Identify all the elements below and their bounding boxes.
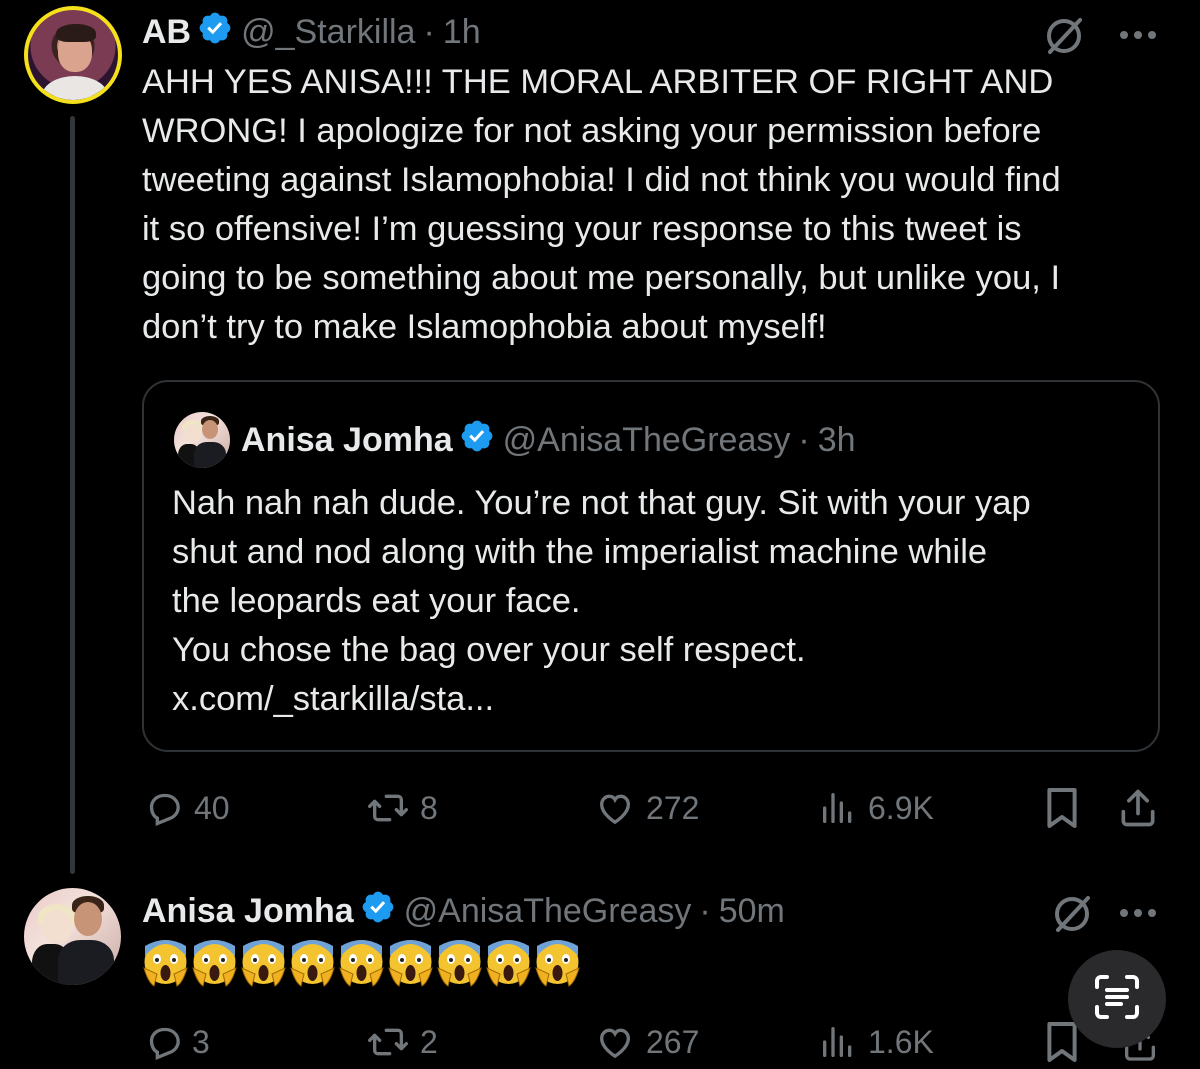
scream-emoji-icon: [289, 938, 336, 988]
repost-count: 2: [420, 1023, 438, 1060]
views-button[interactable]: 6.9K: [818, 788, 934, 828]
avatar-shirt: [42, 76, 108, 100]
views-count: 1.6K: [868, 1023, 934, 1060]
author-avatar[interactable]: [24, 6, 122, 104]
author-name[interactable]: AB: [142, 13, 191, 52]
reply-tweet-time[interactable]: 50m: [719, 892, 785, 931]
text-scan-button[interactable]: [1068, 950, 1166, 1048]
quoted-author-avatar: [174, 412, 230, 468]
grok-icon[interactable]: [1050, 892, 1094, 941]
like-button[interactable]: 267: [594, 1022, 699, 1062]
like-count: 267: [646, 1023, 700, 1060]
reply-tweet-text: 😱😱😱😱😱😱😱😱😱: [142, 938, 583, 988]
avatar-figure: [58, 940, 114, 985]
views-icon: [818, 1022, 858, 1062]
reply-author-handle[interactable]: @AnisaTheGreasy: [404, 892, 692, 931]
heart-icon: [594, 1022, 636, 1062]
heart-icon: [594, 788, 636, 828]
reply-count: 3: [192, 1023, 210, 1060]
avatar-figure: [42, 910, 72, 944]
reply-button[interactable]: 3: [144, 1022, 210, 1062]
scream-emoji-icon: [436, 938, 483, 988]
reply-author-name[interactable]: Anisa Jomha: [142, 892, 354, 931]
views-icon: [818, 788, 858, 828]
quoted-author-name: Anisa Jomha: [241, 420, 453, 459]
separator-dot: ·: [798, 420, 810, 459]
repost-icon: [366, 1022, 410, 1062]
grok-icon[interactable]: [1042, 14, 1086, 63]
scream-emoji-icon: [387, 938, 434, 988]
separator-dot: ·: [423, 12, 435, 51]
more-icon[interactable]: [1118, 906, 1158, 924]
avatar-hair: [56, 24, 96, 42]
repost-button[interactable]: 2: [366, 1022, 438, 1062]
thread-line: [70, 116, 75, 874]
reply-button[interactable]: 40: [144, 788, 230, 828]
scream-emoji-icon: [534, 938, 581, 988]
reply-tweet-header: Anisa Jomha @AnisaTheGreasy · 50m: [142, 891, 785, 931]
like-count: 272: [646, 789, 700, 826]
scream-emoji-icon: [485, 938, 532, 988]
more-icon[interactable]: [1118, 28, 1158, 46]
quoted-author-handle: @AnisaTheGreasy: [502, 420, 791, 459]
scream-emoji-icon: [240, 938, 287, 988]
share-icon[interactable]: [1116, 786, 1160, 835]
verified-badge-icon: [459, 418, 495, 463]
scream-emoji-icon: [142, 938, 189, 988]
bookmark-icon[interactable]: [1044, 1020, 1080, 1069]
separator-dot: ·: [699, 891, 711, 930]
quoted-tweet-header: Anisa Jomha @AnisaTheGreasy · 3h: [241, 420, 856, 460]
avatar-figure: [184, 424, 201, 443]
verified-badge-icon: [197, 10, 233, 55]
views-count: 6.9K: [868, 789, 934, 826]
quoted-tweet-time: 3h: [817, 420, 856, 459]
avatar-figure: [202, 420, 218, 439]
reply-author-avatar[interactable]: [24, 888, 121, 985]
like-button[interactable]: 272: [594, 788, 699, 828]
scream-emoji-icon: [338, 938, 385, 988]
avatar-figure: [74, 902, 102, 936]
tweet-time[interactable]: 1h: [443, 13, 481, 52]
text-scan-icon: [1091, 971, 1143, 1028]
avatar-figure: [194, 442, 226, 468]
scream-emoji-icon: [191, 938, 238, 988]
tweet-header: AB @_Starkilla · 1h: [142, 12, 481, 52]
repost-button[interactable]: 8: [366, 788, 438, 828]
reply-count: 40: [194, 789, 230, 826]
reply-icon: [144, 788, 184, 828]
verified-badge-icon: [360, 889, 396, 934]
reply-icon: [144, 1022, 184, 1062]
repost-count: 8: [420, 789, 438, 826]
quoted-tweet-text: Nah nah nah dude. You’re not that guy. S…: [172, 484, 1031, 718]
tweet-text: AHH YES ANISA!!! THE MORAL ARBITER OF RI…: [142, 63, 1061, 346]
repost-icon: [366, 788, 410, 828]
author-handle[interactable]: @_Starkilla: [241, 13, 415, 52]
bookmark-icon[interactable]: [1044, 786, 1080, 835]
views-button[interactable]: 1.6K: [818, 1022, 934, 1062]
